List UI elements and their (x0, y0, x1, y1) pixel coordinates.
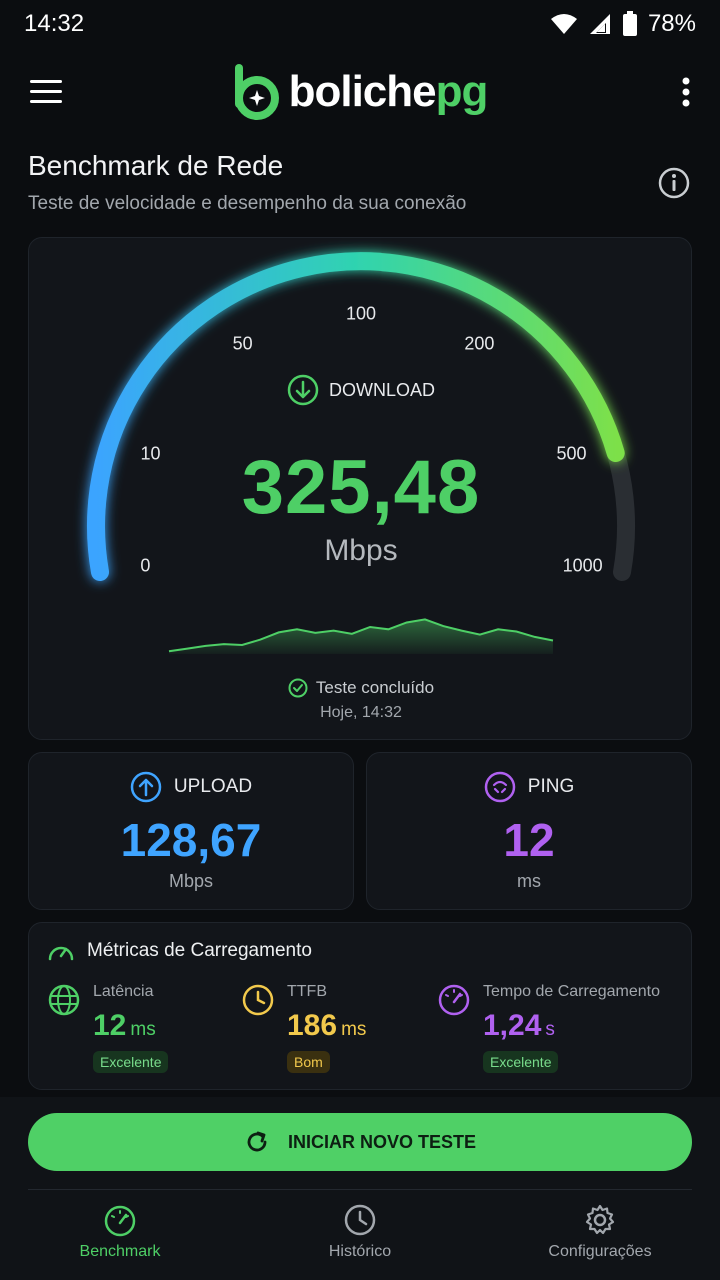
ttfb-value: 186 (287, 1009, 338, 1042)
ping-value: 12 (503, 814, 555, 866)
load-time-badge: Excelente (483, 1051, 559, 1073)
more-options-icon[interactable] (680, 76, 692, 108)
nav-item-benchmark[interactable]: Benchmark (0, 1197, 240, 1277)
ttfb-unit: ms (341, 1019, 367, 1040)
metrics-title: Métricas de Carregamento (87, 940, 312, 961)
bowling-ball-logo-icon (234, 64, 279, 120)
nav-label-benchmark: Benchmark (79, 1243, 161, 1260)
download-speed-value: 325,48 (241, 445, 481, 530)
app-logo: bolichepg (233, 64, 488, 120)
bottom-navigation: Benchmark Histórico Configurações (0, 1197, 720, 1277)
gauge-tick-200: 200 (464, 333, 495, 354)
download-label: DOWNLOAD (29, 374, 693, 406)
load-time-value-row: 1,24 s (483, 1009, 555, 1043)
speedometer-icon (104, 1205, 136, 1237)
nav-divider (28, 1189, 692, 1190)
nav-label-history: Histórico (328, 1243, 392, 1260)
app-bar: bolichepg (0, 56, 720, 128)
sparkline-area (169, 619, 553, 654)
info-icon[interactable] (658, 167, 690, 199)
download-icon (287, 374, 319, 406)
nav-item-history[interactable]: Histórico (240, 1197, 480, 1277)
load-time-label: Tempo de Carregamento (483, 983, 660, 1000)
loading-metrics-card: Métricas de Carregamento Latência 12 ms E… (28, 922, 692, 1090)
speedometer-icon (48, 946, 74, 961)
status-bar: 14:32 78% (0, 0, 720, 48)
status-time: 14:32 (24, 10, 85, 37)
ttfb-badge: Bom (287, 1051, 330, 1073)
start-new-test-button[interactable]: INICIAR NOVO TESTE (28, 1113, 692, 1171)
bottom-area: INICIAR NOVO TESTE Benchmark Histórico C… (0, 1097, 720, 1280)
gauge-tick-50: 50 (232, 333, 253, 354)
check-circle-icon (288, 678, 308, 698)
gauge-tick-100: 100 (345, 303, 377, 324)
test-timestamp: Hoje, 14:32 (320, 704, 402, 721)
upload-speed-unit: Mbps (168, 871, 213, 891)
logo-wordmark: bolichepg (288, 67, 489, 116)
ping-label: PING (527, 776, 575, 797)
upload-icon (130, 771, 162, 803)
upload-speed-value: 128,67 (120, 814, 262, 866)
nav-label-settings: Configurações (548, 1243, 652, 1260)
ping-card: PING 12 ms (366, 752, 692, 910)
ping-icon (484, 771, 516, 803)
latency-badge: Excelente (93, 1051, 169, 1073)
gauge-icon (438, 984, 470, 1016)
upload-label: UPLOAD (173, 776, 253, 797)
latency-value-row: 12 ms (93, 1009, 156, 1043)
latency-unit: ms (130, 1019, 156, 1040)
battery-icon (622, 11, 637, 36)
refresh-icon (247, 1131, 267, 1152)
wifi-icon (550, 14, 577, 34)
start-new-test-label: INICIAR NOVO TESTE (287, 1131, 476, 1152)
test-status: Teste concluído (29, 678, 693, 698)
battery-level: 78% (647, 10, 696, 37)
cellular-signal-icon (589, 14, 610, 34)
upload-card: UPLOAD 128,67 Mbps (28, 752, 354, 910)
page-subtitle: Teste de velocidade e desempenho da sua … (28, 193, 467, 214)
latency-label: Latência (93, 983, 154, 1000)
status-indicators: 78% (550, 10, 696, 38)
load-time-value: 1,24 (483, 1009, 542, 1042)
load-time-unit: s (545, 1019, 555, 1040)
gear-icon (585, 1204, 615, 1235)
download-speed-unit: Mbps (324, 534, 398, 567)
page-title: Benchmark de Rede (28, 150, 284, 181)
upload-header: UPLOAD (29, 771, 353, 803)
clock-icon (242, 984, 274, 1016)
metrics-header: Métricas de Carregamento (47, 939, 312, 963)
hamburger-menu-icon[interactable] (30, 78, 62, 106)
download-gauge-card: 0 10 50 100 200 500 1000 DOWNLOAD 325,48… (28, 237, 692, 740)
ttfb-value-row: 186 ms (287, 1009, 366, 1043)
ttfb-label: TTFB (287, 983, 327, 1000)
nav-item-settings[interactable]: Configurações (480, 1197, 720, 1277)
ping-header: PING (367, 771, 691, 803)
download-label-text: DOWNLOAD (328, 379, 435, 400)
globe-icon (48, 984, 80, 1016)
ping-unit: ms (517, 871, 541, 891)
latency-value: 12 (93, 1009, 127, 1042)
clock-icon (344, 1204, 376, 1236)
test-status-text: Teste concluído (315, 678, 435, 697)
